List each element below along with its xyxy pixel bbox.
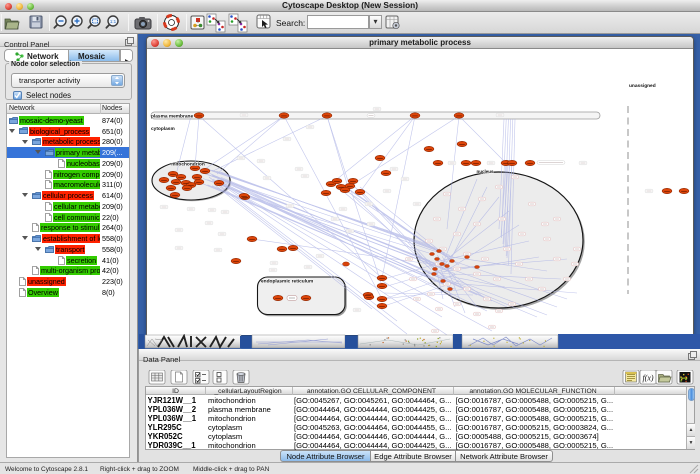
svg-text:mitochondrion: mitochondrion [171,162,205,168]
svg-text:1:1: 1:1 [110,19,117,24]
svg-text:unassigned: unassigned [629,83,656,89]
svg-text:cytoplasm: cytoplasm [151,126,175,132]
svg-text:endoplasmic reticulum: endoplasmic reticulum [261,279,313,285]
svg-text:f(x): f(x) [642,374,653,383]
svg-text:nucleus: nucleus [476,169,494,174]
svg-text:plasma membrane: plasma membrane [151,113,193,119]
